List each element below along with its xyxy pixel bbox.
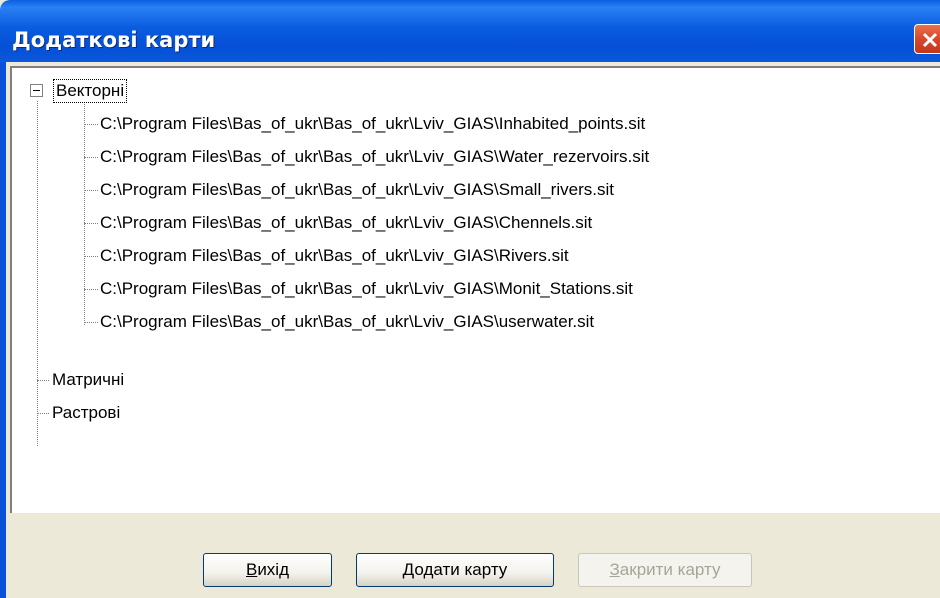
close-map-button-label: акрити карту — [619, 560, 721, 579]
tree-item-file-label: C:\Program Files\Bas_of_ukr\Bas_of_ukr\L… — [100, 312, 595, 331]
tree-item-file[interactable]: C:\Program Files\Bas_of_ukr\Bas_of_ukr\L… — [12, 278, 852, 300]
tree-node-matrix-label: Матричні — [52, 370, 125, 389]
close-map-button-hotkey: З — [609, 560, 620, 579]
tree-item-file[interactable]: C:\Program Files\Bas_of_ukr\Bas_of_ukr\L… — [12, 179, 852, 201]
tree-item-file[interactable]: C:\Program Files\Bas_of_ukr\Bas_of_ukr\L… — [12, 245, 852, 267]
tree-item-file[interactable]: C:\Program Files\Bas_of_ukr\Bas_of_ukr\L… — [12, 113, 852, 135]
tree-node-raster[interactable]: Растрові — [12, 402, 212, 424]
close-map-button[interactable]: Закрити карту — [578, 553, 752, 587]
tree-item-file-label: C:\Program Files\Bas_of_ukr\Bas_of_ukr\L… — [100, 213, 593, 232]
tree-node-matrix[interactable]: Матричні — [12, 369, 212, 391]
tree-item-file-label: C:\Program Files\Bas_of_ukr\Bas_of_ukr\L… — [100, 279, 633, 298]
close-window-button[interactable] — [914, 24, 940, 54]
close-icon — [922, 32, 938, 48]
add-map-button[interactable]: Додати карту — [356, 553, 554, 587]
title-bar[interactable]: Додаткові карти — [0, 0, 940, 62]
window-title: Додаткові карти — [12, 28, 216, 52]
exit-button-label: ихід — [257, 560, 290, 579]
dialog-window: Додаткові карти Векторні C:\Program File… — [0, 0, 940, 598]
tree-item-file-label: C:\Program Files\Bas_of_ukr\Bas_of_ukr\L… — [100, 114, 646, 133]
tree-item-file[interactable]: C:\Program Files\Bas_of_ukr\Bas_of_ukr\L… — [12, 212, 852, 234]
exit-button[interactable]: Вихід — [203, 553, 332, 587]
map-tree-view[interactable]: Векторні C:\Program Files\Bas_of_ukr\Bas… — [10, 66, 940, 513]
tree-node-raster-label: Растрові — [52, 403, 121, 422]
tree-item-file[interactable]: C:\Program Files\Bas_of_ukr\Bas_of_ukr\L… — [12, 146, 852, 168]
tree-node-vector[interactable]: Векторні — [12, 79, 212, 103]
tree-item-file[interactable]: C:\Program Files\Bas_of_ukr\Bas_of_ukr\L… — [12, 311, 852, 333]
tree-item-file-label: C:\Program Files\Bas_of_ukr\Bas_of_ukr\L… — [100, 246, 569, 265]
tree-item-file-label: C:\Program Files\Bas_of_ukr\Bas_of_ukr\L… — [100, 180, 614, 199]
tree-node-vector-label: Векторні — [52, 79, 128, 103]
add-map-button-hotkey: Д — [402, 560, 415, 579]
tree-item-file-label: C:\Program Files\Bas_of_ukr\Bas_of_ukr\L… — [100, 147, 650, 166]
add-map-button-label: одати карту — [414, 560, 508, 579]
exit-button-hotkey: В — [245, 560, 258, 579]
